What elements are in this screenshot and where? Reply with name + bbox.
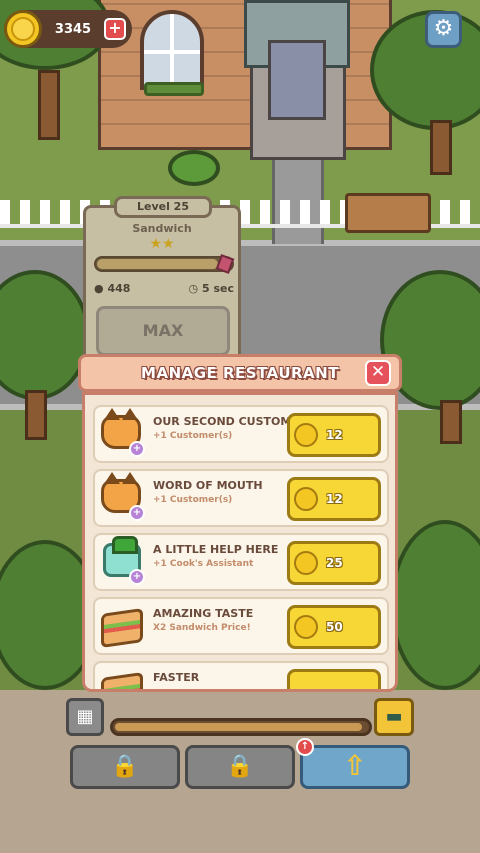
station-progress-bar — [94, 254, 235, 274]
tree-trunk — [25, 390, 47, 440]
buy-upgrade-button[interactable]: 12 — [287, 477, 381, 521]
station-progress-fill — [97, 259, 219, 269]
locked-slot-button[interactable]: 🔒 — [70, 745, 180, 789]
add-coins-button[interactable]: + — [104, 18, 126, 40]
station-stats: ● 448 ◷ 5 sec — [94, 282, 234, 295]
delivery-truck-button[interactable]: ▬ — [374, 698, 414, 736]
buy-upgrade-button[interactable]: 25 — [287, 541, 381, 585]
lock-icon: 🔒 — [226, 754, 254, 779]
close-button[interactable]: ✕ — [365, 360, 391, 386]
station-name: Sandwich — [132, 222, 192, 235]
upgrade-list[interactable]: + OUR SECOND CUSTOMER! +1 Customer(s) 12… — [82, 392, 398, 692]
coin-icon — [294, 615, 318, 639]
income-value: 448 — [107, 282, 131, 295]
tree-trunk — [430, 120, 452, 175]
sandwich-icon — [101, 669, 145, 689]
shop-icon: ▦ — [76, 706, 94, 727]
income-stat: ● 448 — [94, 282, 131, 295]
upgrade-item: + A LITTLE HELP HERE +1 Cook's Assistant… — [93, 533, 389, 591]
buy-upgrade-button[interactable] — [287, 669, 381, 689]
locked-slot-button[interactable]: 🔒 — [185, 745, 295, 789]
experience-bar — [110, 718, 372, 736]
upgrade-cost: 12 — [326, 492, 343, 506]
buy-upgrade-button[interactable]: 12 — [287, 413, 381, 457]
lock-icon: 🔒 — [111, 754, 139, 779]
time-stat: ◷ 5 sec — [188, 282, 234, 295]
bench — [345, 193, 431, 233]
cat-customer-icon: + — [101, 408, 145, 457]
upgrade-item: + OUR SECOND CUSTOMER! +1 Customer(s) 12 — [93, 405, 389, 463]
upgrade-cost: 50 — [326, 620, 343, 634]
buy-upgrade-button[interactable]: 50 — [287, 605, 381, 649]
upgrade-title: WORD OF MOUTH — [153, 479, 263, 492]
upgrade-title: AMAZING TASTE — [153, 607, 254, 620]
truck-icon: ▬ — [385, 706, 403, 727]
tree-trunk — [38, 70, 60, 140]
house-door — [268, 40, 326, 120]
coin-icon — [294, 551, 318, 575]
upgrade-cost: 12 — [326, 428, 343, 442]
upgrade-subtitle: +1 Customer(s) — [153, 495, 233, 505]
sandwich-station-card[interactable]: Level 25 Sandwich ★★ ● 448 ◷ 5 sec MAX — [83, 196, 241, 365]
gem-icon — [215, 254, 235, 274]
upgrade-item: AMAZING TASTE X2 Sandwich Price! 50 — [93, 597, 389, 655]
max-button[interactable]: MAX — [96, 306, 230, 356]
sandwich-icon — [101, 605, 145, 649]
modal-title: MANAGE RESTAURANT — [141, 364, 339, 382]
shop-button[interactable]: ▦ — [66, 698, 104, 736]
house-window — [140, 10, 204, 90]
upgrade-title: A LITTLE HELP HERE — [153, 543, 279, 556]
robot-assistant-icon: + — [101, 536, 145, 585]
coin-counter: 3345 + — [4, 10, 132, 48]
arrow-up-icon: ⇧ — [343, 749, 367, 782]
upgrade-alert-badge: ↑ — [296, 738, 314, 756]
upgrade-subtitle: +1 Customer(s) — [153, 431, 233, 441]
manage-restaurant-header: MANAGE RESTAURANT ✕ — [78, 354, 402, 392]
settings-button[interactable]: ⚙ — [425, 11, 462, 48]
station-stars: ★★ — [149, 236, 175, 252]
tree-trunk — [440, 400, 462, 444]
station-level: Level 25 — [114, 196, 212, 218]
coin-amount: 3345 — [54, 21, 92, 37]
upgrade-subtitle: X2 Sandwich Price! — [153, 623, 251, 633]
upgrade-item: FASTER — [93, 661, 389, 689]
cat-customer-icon: + — [101, 472, 145, 521]
time-value: 5 sec — [201, 282, 234, 295]
upgrade-subtitle: +1 Cook's Assistant — [153, 559, 254, 569]
flower-box — [144, 82, 204, 96]
coin-icon — [294, 487, 318, 511]
upgrade-cost: 25 — [326, 556, 343, 570]
upgrade-item: + WORD OF MOUTH +1 Customer(s) 12 — [93, 469, 389, 527]
coin-icon — [4, 10, 42, 48]
upgrade-button[interactable]: ⇧ — [300, 745, 410, 789]
coin-icon — [294, 423, 318, 447]
upgrade-title: FASTER — [153, 671, 200, 684]
gear-icon: ⚙ — [433, 16, 454, 41]
bush — [168, 150, 220, 186]
experience-fill — [115, 723, 362, 731]
